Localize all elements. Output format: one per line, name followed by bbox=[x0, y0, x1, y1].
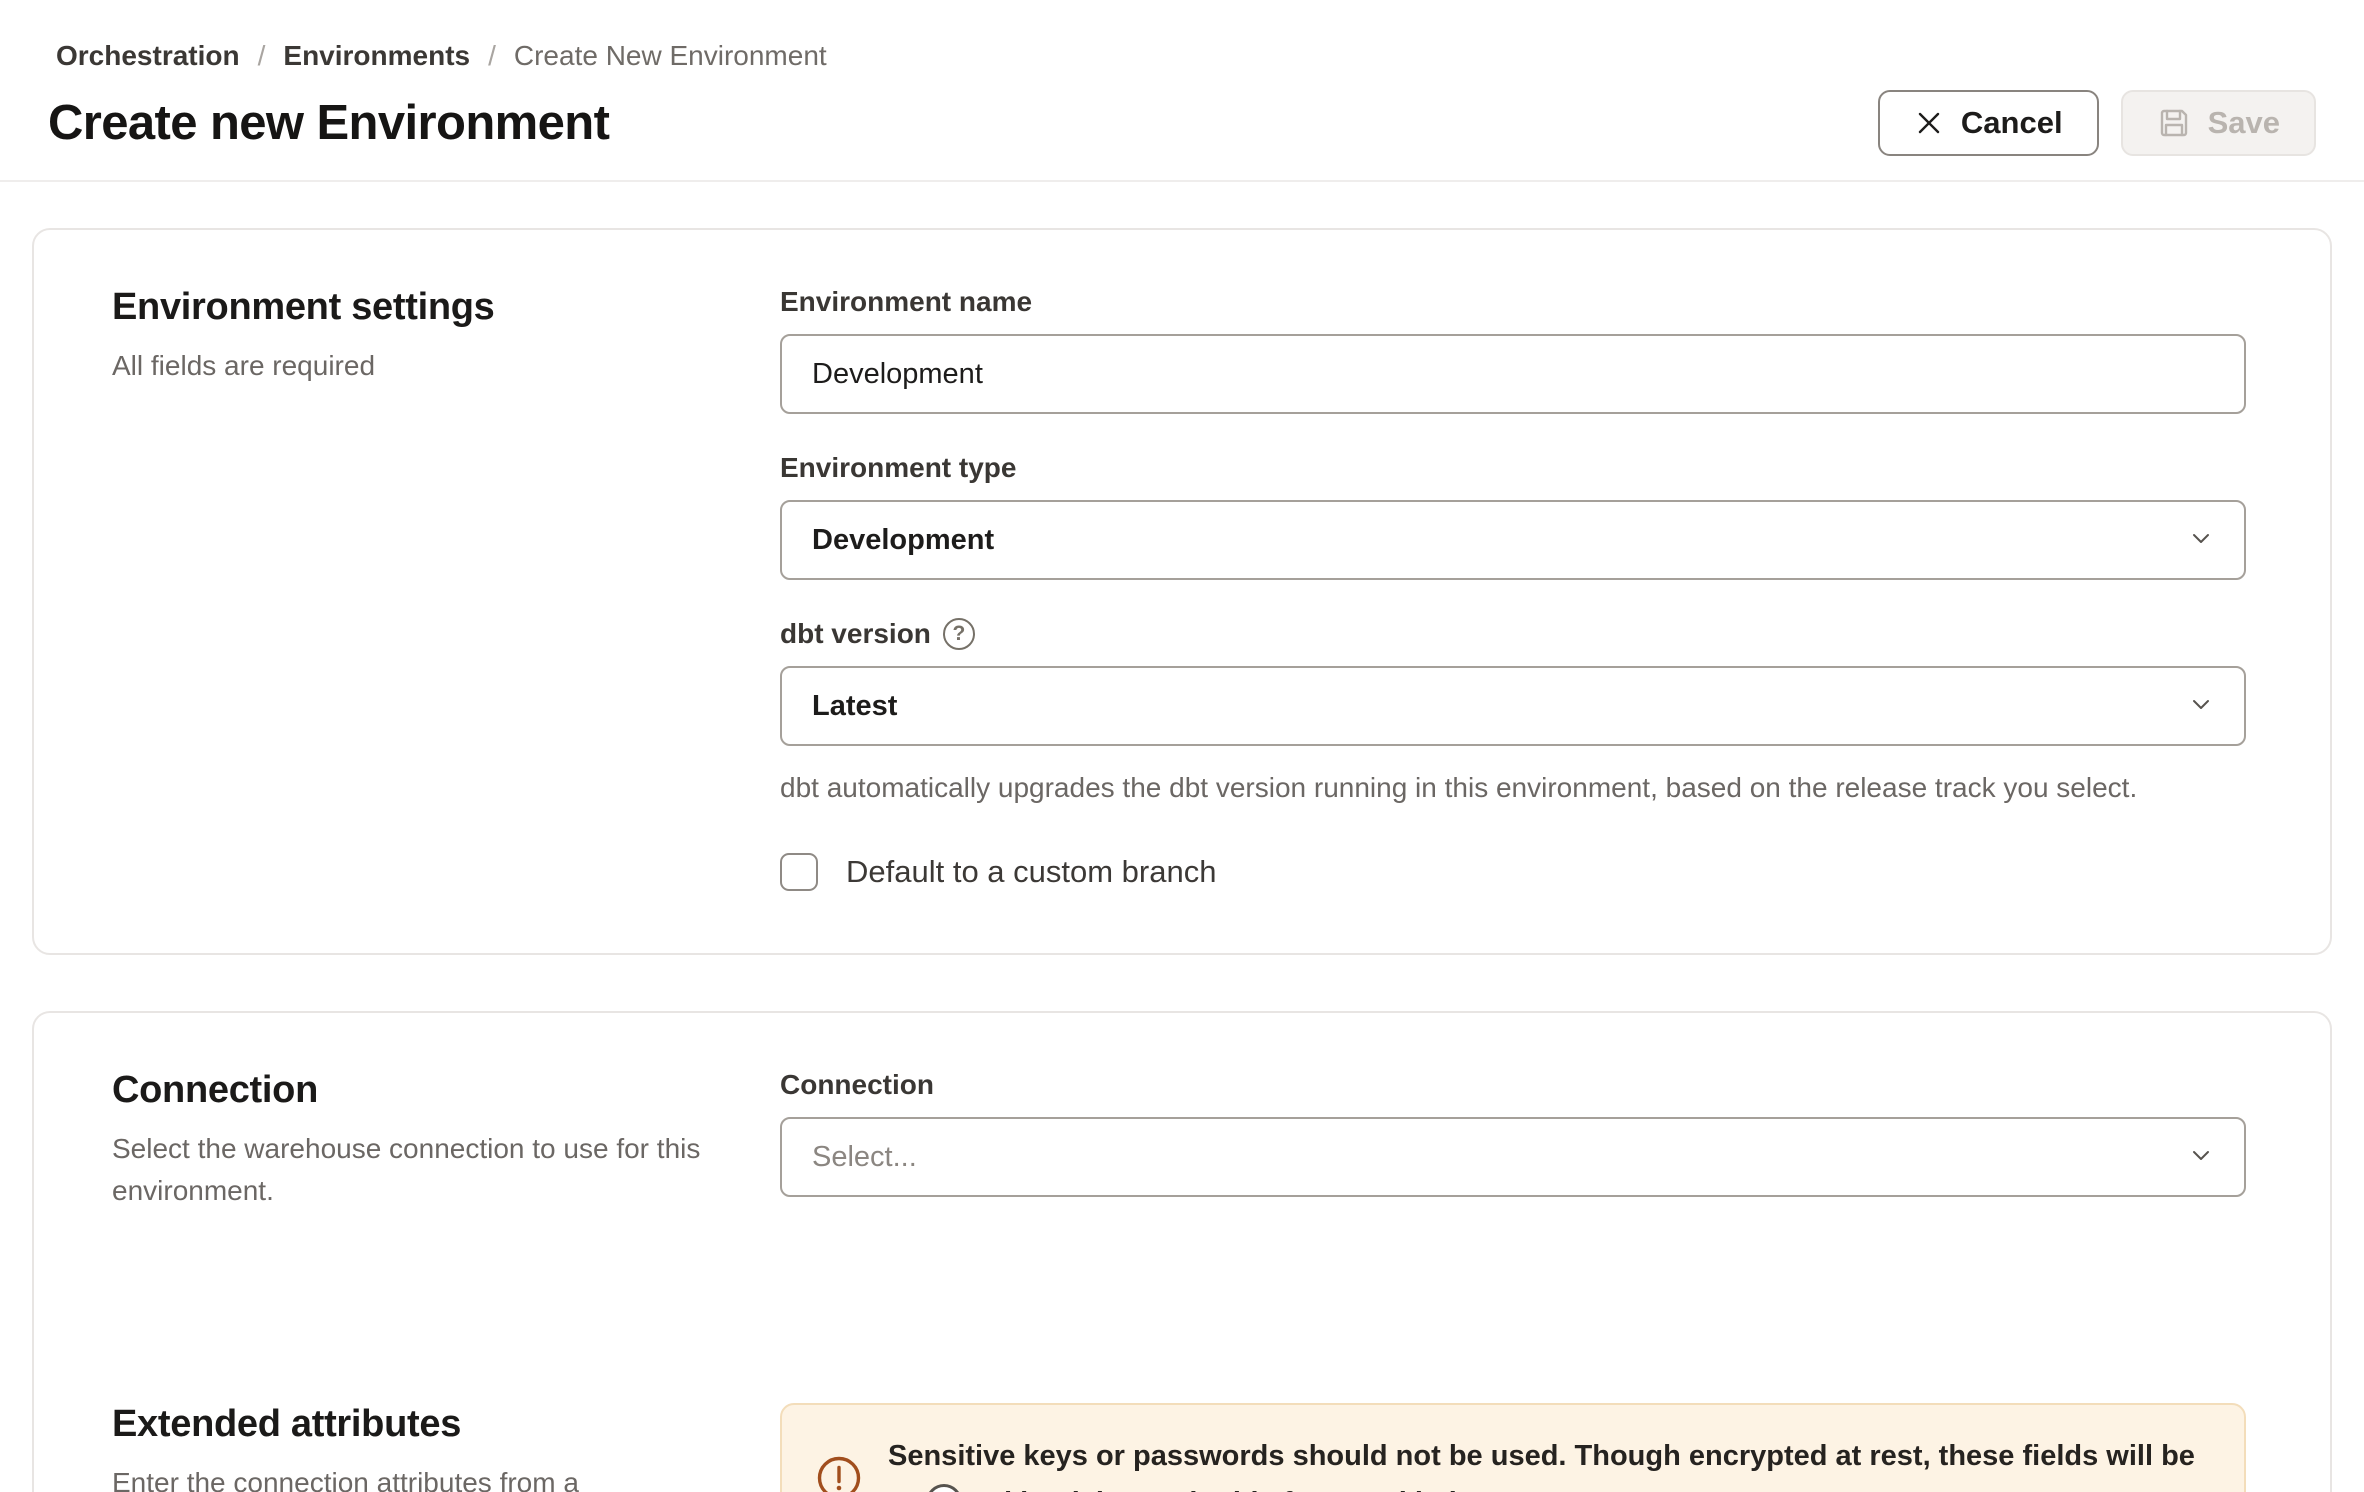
sensitive-data-warning: Sensitive keys or passwords should not b… bbox=[780, 1403, 2246, 1492]
connection-section: Connection Select the warehouse connecti… bbox=[112, 1069, 2246, 1235]
save-button-label: Save bbox=[2208, 105, 2280, 141]
warning-text: Sensitive keys or passwords should not b… bbox=[888, 1433, 2210, 1492]
breadcrumb-environments[interactable]: Environments bbox=[283, 40, 470, 72]
connection-intro: Connection Select the warehouse connecti… bbox=[112, 1069, 780, 1212]
extended-attributes-description: Enter the connection attributes from a p… bbox=[112, 1462, 712, 1492]
chevron-down-icon bbox=[2186, 523, 2216, 558]
cancel-button[interactable]: Cancel bbox=[1878, 90, 2099, 156]
header-actions: Cancel Save bbox=[1878, 90, 2316, 156]
breadcrumb-orchestration[interactable]: Orchestration bbox=[56, 40, 240, 72]
environment-type-value: Development bbox=[812, 524, 994, 557]
environment-name-input[interactable] bbox=[780, 334, 2246, 414]
close-icon bbox=[1914, 108, 1944, 138]
connection-select-placeholder: Select... bbox=[812, 1141, 917, 1174]
chevron-down-icon bbox=[2186, 689, 2216, 724]
connection-heading: Connection bbox=[112, 1069, 780, 1112]
breadcrumb-separator: / bbox=[258, 40, 266, 72]
environment-type-select[interactable]: Development bbox=[780, 500, 2246, 580]
connection-description: Select the warehouse connection to use f… bbox=[112, 1128, 712, 1212]
extended-attributes-section: Extended attributes Enter the connection… bbox=[112, 1403, 2246, 1492]
environment-type-group: Environment type Development bbox=[780, 452, 2246, 580]
custom-branch-label[interactable]: Default to a custom branch bbox=[846, 854, 1216, 890]
dbt-version-label-text: dbt version bbox=[780, 618, 931, 650]
dbt-version-value: Latest bbox=[812, 690, 897, 723]
environment-settings-card: Environment settings All fields are requ… bbox=[32, 228, 2332, 955]
connection-card: Connection Select the warehouse connecti… bbox=[32, 1011, 2332, 1492]
environment-settings-fields: Environment name Environment type Develo… bbox=[780, 286, 2246, 891]
cancel-button-label: Cancel bbox=[1961, 105, 2063, 141]
environment-settings-heading: Environment settings bbox=[112, 286, 780, 329]
save-icon bbox=[2157, 106, 2191, 140]
dbt-version-label: dbt version ? bbox=[780, 618, 2246, 650]
connection-select-group: Connection Select... bbox=[780, 1069, 2246, 1197]
connection-select[interactable]: Select... bbox=[780, 1117, 2246, 1197]
extended-attributes-heading: Extended attributes bbox=[112, 1403, 780, 1446]
dbt-version-select[interactable]: Latest bbox=[780, 666, 2246, 746]
environment-settings-subheading: All fields are required bbox=[112, 345, 712, 387]
warning-icon bbox=[816, 1455, 862, 1492]
dbt-version-help-text: dbt automatically upgrades the dbt versi… bbox=[780, 768, 2246, 807]
dbt-version-group: dbt version ? Latest dbt automatically u… bbox=[780, 618, 2246, 807]
connection-fields: Connection Select... bbox=[780, 1069, 2246, 1235]
chevron-down-icon bbox=[2186, 1140, 2216, 1175]
environment-settings-intro: Environment settings All fields are requ… bbox=[112, 286, 780, 387]
page-header: Create new Environment Cancel Save bbox=[0, 72, 2364, 182]
environment-type-label: Environment type bbox=[780, 452, 2246, 484]
main-content: Environment settings All fields are requ… bbox=[0, 228, 2364, 1492]
custom-branch-row: Default to a custom branch bbox=[780, 853, 2246, 891]
connection-select-label: Connection bbox=[780, 1069, 2246, 1101]
extended-attributes-intro: Extended attributes Enter the connection… bbox=[112, 1403, 780, 1492]
breadcrumb: Orchestration / Environments / Create Ne… bbox=[0, 0, 2364, 72]
extended-attributes-fields: Sensitive keys or passwords should not b… bbox=[780, 1403, 2246, 1492]
breadcrumb-current: Create New Environment bbox=[514, 40, 827, 72]
custom-branch-checkbox[interactable] bbox=[780, 853, 818, 891]
environment-name-label: Environment name bbox=[780, 286, 2246, 318]
save-button[interactable]: Save bbox=[2121, 90, 2316, 156]
breadcrumb-separator: / bbox=[488, 40, 496, 72]
help-icon[interactable]: ? bbox=[943, 618, 975, 650]
page-title: Create new Environment bbox=[48, 95, 609, 151]
environment-name-group: Environment name bbox=[780, 286, 2246, 414]
